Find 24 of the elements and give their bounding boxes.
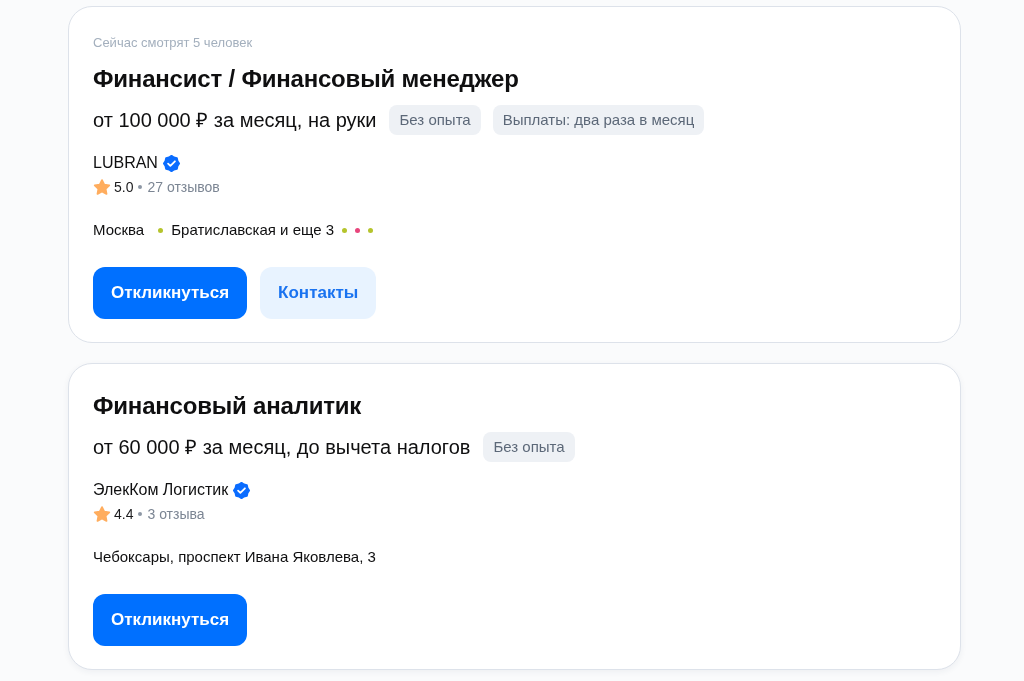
- rating-value: 4.4: [114, 505, 134, 523]
- company-name[interactable]: ЭлекКом Логистик: [93, 480, 229, 500]
- reviews-link[interactable]: 27 отзывов: [147, 178, 220, 196]
- tag-chip: Без опыта: [389, 105, 481, 135]
- star-icon: [93, 178, 111, 196]
- reviews-link[interactable]: 3 отзыва: [147, 505, 205, 523]
- tag-chip: Без опыта: [483, 432, 575, 462]
- salary-text: от 60 000 ₽ за месяц, до вычета налогов: [93, 435, 471, 460]
- tag-chip: Выплаты: два раза в месяц: [492, 105, 705, 135]
- vacancy-title[interactable]: Финансовый аналитик: [93, 390, 936, 422]
- viewers-count: Сейчас смотрят 5 человек: [93, 35, 254, 51]
- bullet-icon: [138, 512, 143, 516]
- bullet-icon: [138, 185, 143, 189]
- metro-station: Братиславская и еще 3: [171, 220, 334, 240]
- respond-button[interactable]: Откликнуться: [93, 594, 248, 646]
- company-name[interactable]: LUBRAN: [93, 153, 158, 173]
- rating-value: 5.0: [114, 178, 134, 196]
- contacts-button[interactable]: Контакты: [260, 267, 377, 319]
- star-icon: [93, 505, 111, 523]
- location-text: Москва: [93, 220, 145, 240]
- location-text: Чебоксары, проспект Ивана Яковлева, 3: [93, 547, 376, 567]
- respond-button[interactable]: Откликнуться: [93, 267, 248, 319]
- vacancy-title[interactable]: Финансист / Финансовый менеджер: [93, 63, 936, 95]
- salary-text: от 100 000 ₽ за месяц, на руки: [93, 108, 377, 133]
